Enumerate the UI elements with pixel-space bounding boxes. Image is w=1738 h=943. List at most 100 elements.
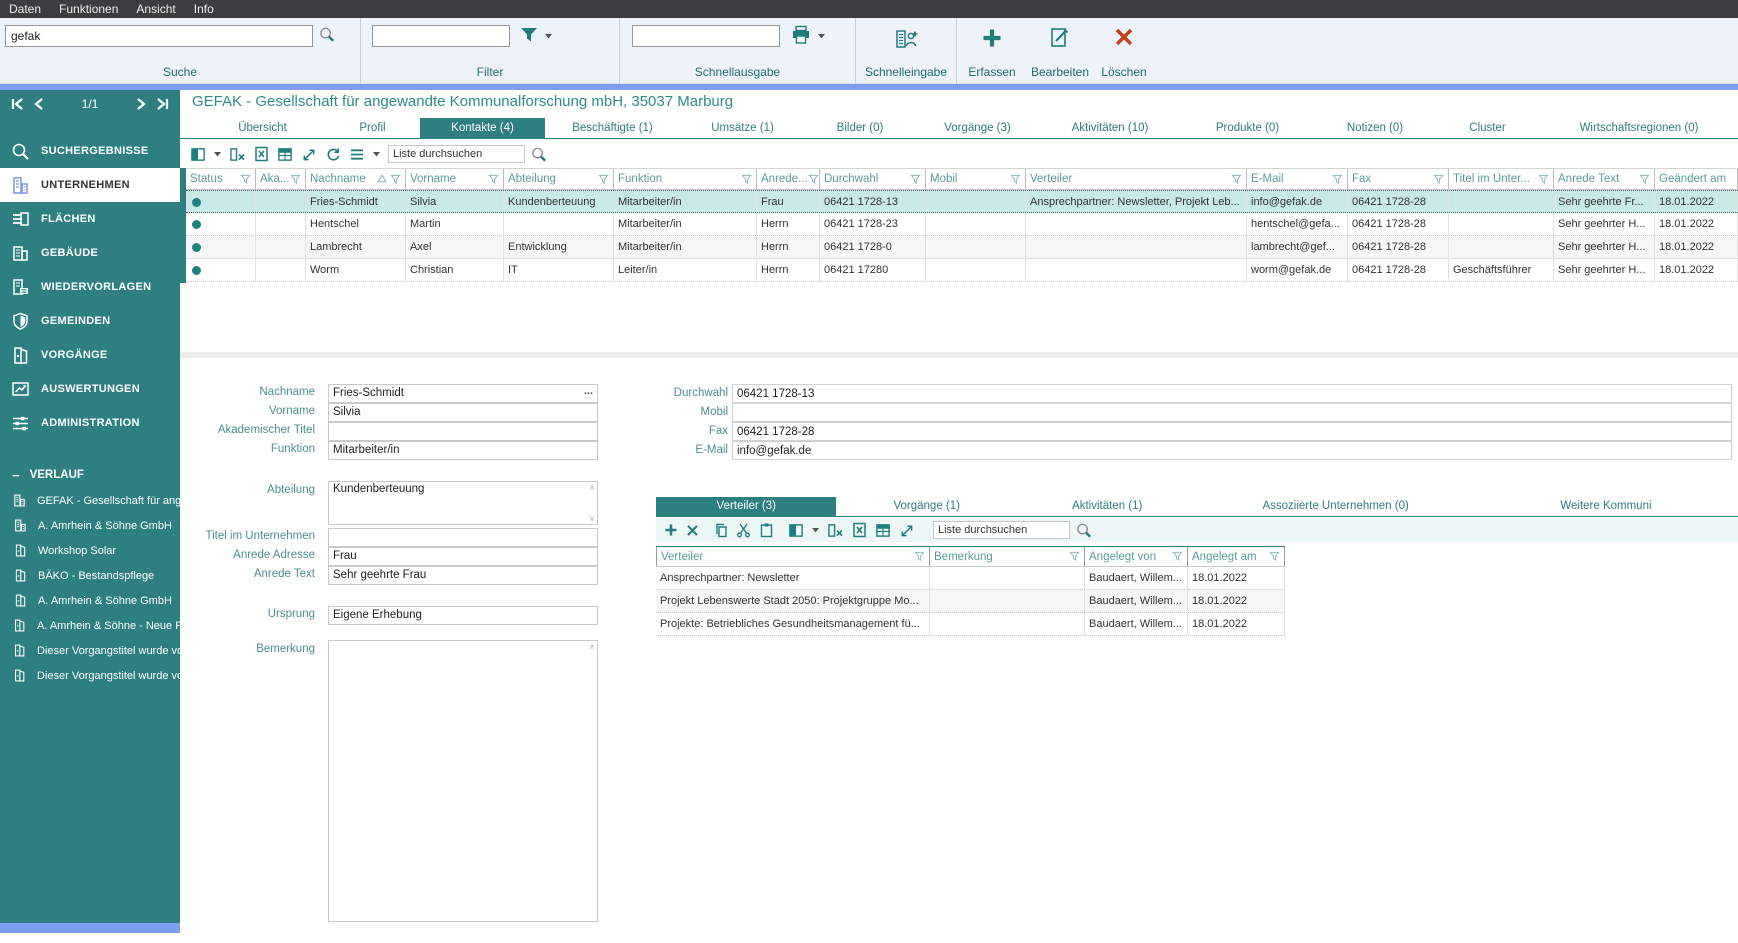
cell-anrede[interactable]: Herrn <box>757 259 820 281</box>
expand-icon[interactable] <box>899 523 915 538</box>
cell-funktion[interactable]: Mitarbeiter/in <box>614 236 757 258</box>
tab-profil[interactable]: Profil <box>325 118 420 138</box>
pager-next-icon[interactable] <box>126 98 148 110</box>
table-view-icon[interactable] <box>875 523 891 538</box>
tab-aktivit-ten-10[interactable]: Aktivitäten (10) <box>1040 118 1180 138</box>
column-filter-icon[interactable] <box>240 174 251 185</box>
columns-caret-down-icon[interactable] <box>812 528 819 533</box>
filter-caret-down-icon[interactable] <box>545 34 552 39</box>
sidebar-item-fl-chen[interactable]: FLÄCHEN <box>0 202 180 236</box>
cell-angelegt-von[interactable]: Baudaert, Willem... <box>1085 613 1188 635</box>
akademischer-titel-input[interactable] <box>328 422 598 441</box>
list-search-input[interactable] <box>388 145 525 163</box>
choose-columns-icon[interactable] <box>788 523 804 538</box>
quick-output-input[interactable] <box>632 25 780 47</box>
cell-durchwahl[interactable]: 06421 1728-13 <box>820 191 926 212</box>
cell-abteilung[interactable] <box>504 213 614 235</box>
sidebar-item-gemeinden[interactable]: GEMEINDEN <box>0 304 180 338</box>
column-header-durchwahl[interactable]: Durchwahl <box>820 169 926 189</box>
sidebar-item-administration[interactable]: ADMINISTRATION <box>0 406 180 440</box>
quick-output-caret-down-icon[interactable] <box>818 34 825 39</box>
tab-bilder-0[interactable]: Bilder (0) <box>805 118 915 138</box>
column-filter-icon[interactable] <box>914 551 925 562</box>
column-header-anrede-text[interactable]: Anrede Text <box>1554 169 1655 189</box>
cell-aka[interactable] <box>256 259 306 281</box>
cell-anrede[interactable]: Herrn <box>757 213 820 235</box>
tab-bersicht[interactable]: Übersicht <box>200 118 325 138</box>
cell-anrede-text[interactable]: Sehr geehrter H... <box>1554 259 1655 281</box>
cell-bemerkung[interactable] <box>930 567 1085 589</box>
refresh-icon[interactable] <box>325 147 341 162</box>
column-filter-icon[interactable] <box>741 174 752 185</box>
scroll-up-icon[interactable]: ∧ <box>589 483 595 492</box>
cell-fax[interactable]: 06421 1728-28 <box>1348 191 1449 212</box>
cell-mobil[interactable] <box>926 213 1026 235</box>
menu-item-daten[interactable]: Daten <box>0 2 50 16</box>
tab-wirtschaftsregionen-0[interactable]: Wirtschaftsregionen (0) <box>1540 118 1738 138</box>
verteiler-list-search-icon[interactable] <box>1075 522 1092 539</box>
collapse-icon[interactable]: − <box>12 468 20 483</box>
cell-abteilung[interactable]: IT <box>504 259 614 281</box>
mobil-input[interactable] <box>732 403 1732 422</box>
history-item[interactable]: Dieser Vorgangstitel wurde vo... <box>0 663 180 688</box>
cell-verteiler[interactable]: Projekte: Betriebliches Gesundheitsmanag… <box>656 613 930 635</box>
cell-vorname[interactable]: Christian <box>406 259 504 281</box>
list-search-icon[interactable] <box>530 146 547 163</box>
fax-input[interactable] <box>732 422 1732 441</box>
cell-angelegt-von[interactable]: Baudaert, Willem... <box>1085 590 1188 612</box>
cell-nachname[interactable]: Worm <box>306 259 406 281</box>
column-header-titel-im-unter[interactable]: Titel im Unter... <box>1449 169 1554 189</box>
tab-vorg-nge-3[interactable]: Vorgänge (3) <box>915 118 1040 138</box>
list-menu-caret-down-icon[interactable] <box>373 152 380 157</box>
cell-verteiler[interactable]: Ansprechpartner: Newsletter, Projekt Leb… <box>1026 191 1247 212</box>
cell-angelegt-am[interactable]: 18.01.2022 <box>1188 613 1285 635</box>
cell-ge-ndert-am[interactable]: 18.01.2022 <box>1655 236 1738 258</box>
cell-angelegt-von[interactable]: Baudaert, Willem... <box>1085 567 1188 589</box>
column-filter-icon[interactable] <box>1231 174 1242 185</box>
column-header-abteilung[interactable]: Abteilung <box>504 169 614 189</box>
pager-previous-icon[interactable] <box>32 98 54 110</box>
list-menu-icon[interactable] <box>349 148 365 161</box>
sidebar-item-vorg-nge[interactable]: VORGÄNGE <box>0 338 180 372</box>
tab-produkte-0[interactable]: Produkte (0) <box>1180 118 1315 138</box>
cell-mobil[interactable] <box>926 236 1026 258</box>
columns-caret-down-icon[interactable] <box>214 152 221 157</box>
column-header-angelegt-am[interactable]: Angelegt am <box>1188 547 1285 566</box>
sub-tab-vorg-nge-1[interactable]: Vorgänge (1) <box>836 497 1016 516</box>
scroll-down-icon[interactable]: ∨ <box>589 514 595 523</box>
table-row[interactable]: Projekte: Betriebliches Gesundheitsmanag… <box>656 613 1285 636</box>
pager-first-icon[interactable] <box>10 98 32 110</box>
menu-item-info[interactable]: Info <box>185 2 223 16</box>
cell-fax[interactable]: 06421 1728-28 <box>1348 259 1449 281</box>
remove-column-icon[interactable] <box>229 147 246 162</box>
copy-icon[interactable] <box>713 522 728 538</box>
cell-abteilung[interactable]: Kundenberteuung <box>504 191 614 212</box>
excel-export-icon[interactable] <box>254 146 269 162</box>
column-filter-icon[interactable] <box>1010 174 1021 185</box>
table-row[interactable]: Fries-SchmidtSilviaKundenberteuungMitarb… <box>186 190 1738 213</box>
column-filter-icon[interactable] <box>910 174 921 185</box>
column-filter-icon[interactable] <box>1172 551 1183 562</box>
cell-funktion[interactable]: Leiter/in <box>614 259 757 281</box>
cell-anrede[interactable]: Frau <box>757 191 820 212</box>
table-row[interactable]: HentschelMartinMitarbeiter/inHerrn06421 … <box>186 213 1738 236</box>
tab-ums-tze-1[interactable]: Umsätze (1) <box>680 118 805 138</box>
delete-button[interactable] <box>1089 26 1159 53</box>
column-filter-icon[interactable] <box>488 174 499 185</box>
cell-aka[interactable] <box>256 191 306 212</box>
abteilung-textarea[interactable]: Kundenberteuung <box>328 481 598 525</box>
cell-vorname[interactable]: Axel <box>406 236 504 258</box>
column-filter-icon[interactable] <box>1433 174 1444 185</box>
nachname-input[interactable] <box>328 384 598 403</box>
table-view-icon[interactable] <box>277 147 293 162</box>
cell-verteiler[interactable] <box>1026 236 1247 258</box>
tab-kontakte-4[interactable]: Kontakte (4) <box>420 118 545 138</box>
cell-status[interactable] <box>186 213 256 235</box>
column-filter-icon[interactable] <box>1538 174 1549 185</box>
cell-funktion[interactable]: Mitarbeiter/in <box>614 213 757 235</box>
history-item[interactable]: BÄKO - Bestandspflege <box>0 563 180 588</box>
column-header-e-mail[interactable]: E-Mail <box>1247 169 1348 189</box>
cell-anrede-text[interactable]: Sehr geehrter H... <box>1554 236 1655 258</box>
cell-fax[interactable]: 06421 1728-28 <box>1348 236 1449 258</box>
pager-last-icon[interactable] <box>148 98 170 110</box>
